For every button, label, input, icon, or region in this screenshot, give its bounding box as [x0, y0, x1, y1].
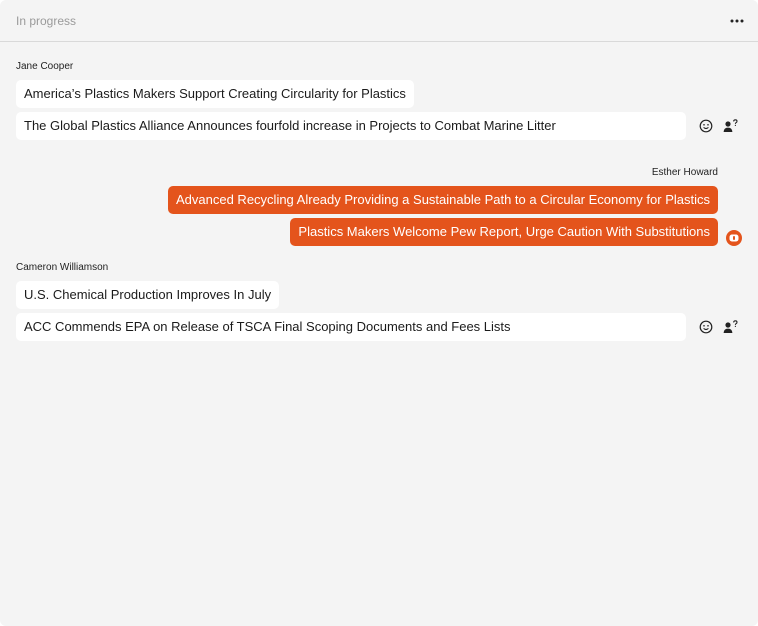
panel-header: In progress — [0, 0, 758, 42]
user-question-icon — [723, 119, 738, 132]
message-row: The Global Plastics Alliance Announces f… — [16, 112, 742, 140]
message-row: America’s Plastics Makers Support Creati… — [16, 80, 742, 108]
assign-user-button[interactable] — [723, 320, 738, 335]
message-actions — [698, 119, 738, 134]
message-bubble[interactable]: America’s Plastics Makers Support Creati… — [16, 80, 414, 108]
message-row: Advanced Recycling Already Providing a S… — [16, 186, 742, 214]
user-question-icon — [723, 320, 738, 333]
smiley-icon — [699, 119, 712, 133]
message-group: Jane Cooper America’s Plastics Makers Su… — [16, 61, 742, 140]
panel-title: In progress — [16, 13, 77, 28]
more-options-button[interactable] — [724, 8, 750, 34]
message-row: U.S. Chemical Production Improves In Jul… — [16, 281, 742, 309]
assign-user-button[interactable] — [723, 119, 738, 134]
message-row: Plastics Makers Welcome Pew Report, Urge… — [16, 218, 742, 246]
message-actions — [698, 320, 738, 335]
message-bubble[interactable]: The Global Plastics Alliance Announces f… — [16, 112, 686, 140]
more-horizontal-icon — [730, 19, 744, 22]
sender-name: Jane Cooper — [16, 61, 74, 72]
message-bubble[interactable]: Advanced Recycling Already Providing a S… — [168, 186, 718, 214]
chat-panel: In progress Jane Cooper America’s Plasti… — [0, 0, 758, 626]
sender-name: Esther Howard — [651, 167, 718, 178]
message-group: Cameron Williamson U.S. Chemical Product… — [16, 262, 742, 341]
reaction-badge[interactable] — [726, 230, 742, 246]
message-bubble[interactable]: ACC Commends EPA on Release of TSCA Fina… — [16, 313, 686, 341]
message-bubble[interactable]: Plastics Makers Welcome Pew Report, Urge… — [290, 218, 718, 246]
add-reaction-button[interactable] — [698, 119, 713, 134]
message-group: Esther Howard Advanced Recycling Already… — [16, 167, 742, 246]
add-reaction-button[interactable] — [698, 320, 713, 335]
chat-thread: Jane Cooper America’s Plastics Makers Su… — [0, 61, 758, 341]
reaction-icon — [729, 234, 739, 242]
message-row: ACC Commends EPA on Release of TSCA Fina… — [16, 313, 742, 341]
smiley-icon — [699, 320, 712, 334]
sender-name: Cameron Williamson — [16, 262, 109, 273]
message-bubble[interactable]: U.S. Chemical Production Improves In Jul… — [16, 281, 280, 309]
